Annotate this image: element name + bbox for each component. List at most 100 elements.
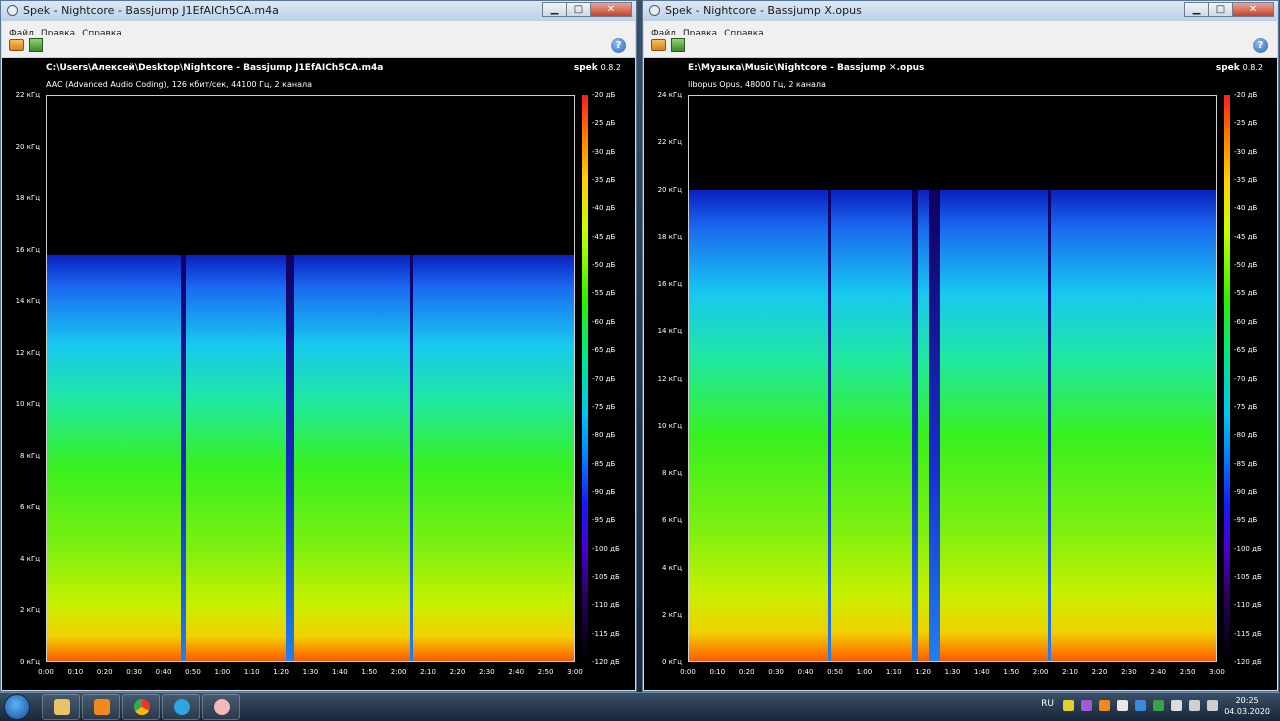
- open-folder-icon[interactable]: [651, 39, 666, 51]
- title-bar[interactable]: Spek - Nightcore - Bassjump X.opus ▁ □ ✕: [643, 1, 1278, 21]
- x-tick-label: 1:00: [214, 668, 231, 676]
- file-path: C:\Users\Алексей\Desktop\Nightcore - Bas…: [46, 63, 384, 73]
- spek-brand: spek 0.8.2: [574, 63, 621, 73]
- toolbar: ?: [2, 35, 635, 58]
- language-indicator[interactable]: RU: [1041, 699, 1054, 709]
- clock-time: 20:25: [1235, 696, 1259, 705]
- db-tick-label: -115 дБ: [1234, 629, 1262, 638]
- x-tick-label: 0:20: [738, 668, 755, 676]
- db-tick-label: -25 дБ: [592, 119, 616, 128]
- x-tick-label: 0:10: [709, 668, 726, 676]
- x-tick-label: 2:10: [420, 668, 436, 676]
- close-button[interactable]: ✕: [590, 2, 632, 17]
- tray-icon[interactable]: [1117, 700, 1128, 711]
- chrome-icon: [134, 699, 150, 715]
- y-tick-label: 12 кГц: [657, 374, 682, 383]
- spek-app-icon: [649, 5, 660, 16]
- y-tick-label: 10 кГц: [15, 400, 40, 409]
- spek-window-left[interactable]: Spek - Nightcore - Bassjump J1EfAICh5CA.…: [0, 0, 637, 692]
- x-tick-label: 0:40: [155, 668, 172, 676]
- maximize-button[interactable]: □: [566, 2, 591, 17]
- window-controls: ▁ □ ✕: [1184, 2, 1274, 18]
- play-icon: [94, 699, 110, 715]
- db-tick-label: -65 дБ: [592, 346, 616, 355]
- save-icon[interactable]: [671, 38, 685, 52]
- network-icon[interactable]: [1189, 700, 1200, 711]
- y-tick-label: 4 кГц: [20, 554, 40, 563]
- x-tick-label: 2:30: [478, 668, 495, 676]
- help-icon[interactable]: ?: [1253, 38, 1268, 53]
- x-tick-label: 2:50: [1179, 668, 1196, 676]
- folder-icon: [54, 699, 70, 715]
- y-tick-label: 8 кГц: [20, 451, 40, 460]
- y-tick-label: 22 кГц: [15, 91, 40, 99]
- x-tick-label: 1:40: [332, 668, 348, 676]
- y-tick-label: 16 кГц: [657, 280, 682, 288]
- db-tick-label: -40 дБ: [592, 204, 616, 213]
- db-tick-label: -55 дБ: [592, 289, 616, 298]
- db-tick-label: -95 дБ: [1234, 516, 1258, 525]
- explorer-taskbar-button[interactable]: [42, 694, 80, 720]
- maximize-button[interactable]: □: [1208, 2, 1233, 17]
- db-tick-label: -80 дБ: [592, 431, 616, 440]
- save-icon[interactable]: [29, 38, 43, 52]
- db-tick-label: -70 дБ: [1234, 374, 1258, 383]
- y-tick-label: 20 кГц: [15, 142, 40, 151]
- y-tick-label: 20 кГц: [657, 185, 682, 194]
- db-tick-label: -30 дБ: [592, 147, 616, 156]
- spectrogram-energy: [47, 255, 574, 661]
- title-bar[interactable]: Spek - Nightcore - Bassjump J1EfAICh5CA.…: [1, 1, 636, 21]
- db-tick-label: -35 дБ: [1234, 176, 1258, 185]
- media-player-taskbar-button[interactable]: [82, 694, 120, 720]
- tray-icon[interactable]: [1099, 700, 1110, 711]
- x-tick-label: 0:30: [126, 668, 143, 676]
- db-tick-label: -50 дБ: [592, 261, 616, 270]
- brand-name: spek: [573, 63, 598, 73]
- db-tick-label: -85 дБ: [1234, 459, 1258, 468]
- spectrogram: [688, 95, 1217, 662]
- db-tick-label: -90 дБ: [592, 487, 616, 496]
- x-tick-label: 1:40: [974, 668, 990, 676]
- y-tick-label: 14 кГц: [657, 327, 682, 336]
- minimize-button[interactable]: ▁: [1184, 2, 1209, 17]
- db-tick-label: -95 дБ: [592, 516, 616, 525]
- x-tick-label: 0:30: [768, 668, 785, 676]
- telegram-taskbar-button[interactable]: [162, 694, 200, 720]
- y-tick-label: 6 кГц: [662, 516, 682, 525]
- db-tick-label: -85 дБ: [592, 459, 616, 468]
- x-tick-label: 1:50: [1003, 668, 1020, 676]
- x-tick-label: 2:10: [1062, 668, 1078, 676]
- db-tick-label: -90 дБ: [1234, 487, 1258, 496]
- spectrogram-quiet-region: [827, 190, 831, 661]
- db-tick-label: -45 дБ: [1234, 232, 1258, 241]
- tray-icon[interactable]: [1153, 700, 1164, 711]
- db-tick-label: -55 дБ: [1234, 289, 1258, 298]
- start-button[interactable]: [4, 694, 30, 720]
- volume-icon[interactable]: [1207, 700, 1218, 711]
- db-tick-label: -100 дБ: [592, 544, 620, 553]
- tray-icon[interactable]: [1081, 700, 1092, 711]
- spek-window-right[interactable]: Spek - Nightcore - Bassjump X.opus ▁ □ ✕…: [642, 0, 1279, 692]
- minimize-button[interactable]: ▁: [542, 2, 567, 17]
- y-tick-label: 4 кГц: [662, 563, 682, 572]
- system-clock[interactable]: 20:25 04.03.2020: [1224, 695, 1270, 717]
- tray-icon[interactable]: [1171, 700, 1182, 711]
- app-taskbar-button[interactable]: [202, 694, 240, 720]
- spectrogram-quiet-region: [1047, 190, 1052, 661]
- close-button[interactable]: ✕: [1232, 2, 1274, 17]
- x-tick-label: 2:00: [390, 668, 407, 676]
- db-tick-label: -40 дБ: [1234, 204, 1258, 213]
- chrome-taskbar-button[interactable]: [122, 694, 160, 720]
- db-tick-label: -60 дБ: [1234, 317, 1258, 326]
- file-info: libopus Opus, 48000 Гц, 2 канала: [688, 80, 826, 89]
- y-tick-label: 18 кГц: [15, 194, 40, 203]
- help-icon[interactable]: ?: [611, 38, 626, 53]
- clock-date: 04.03.2020: [1224, 707, 1270, 716]
- open-folder-icon[interactable]: [9, 39, 24, 51]
- tray-icon[interactable]: [1063, 700, 1074, 711]
- menu-bar: Файл Правка Справка: [2, 21, 635, 39]
- y-tick-label: 6 кГц: [20, 503, 40, 512]
- db-color-scale: [582, 95, 588, 662]
- tray-icon[interactable]: [1135, 700, 1146, 711]
- x-tick-label: 2:40: [1150, 668, 1167, 676]
